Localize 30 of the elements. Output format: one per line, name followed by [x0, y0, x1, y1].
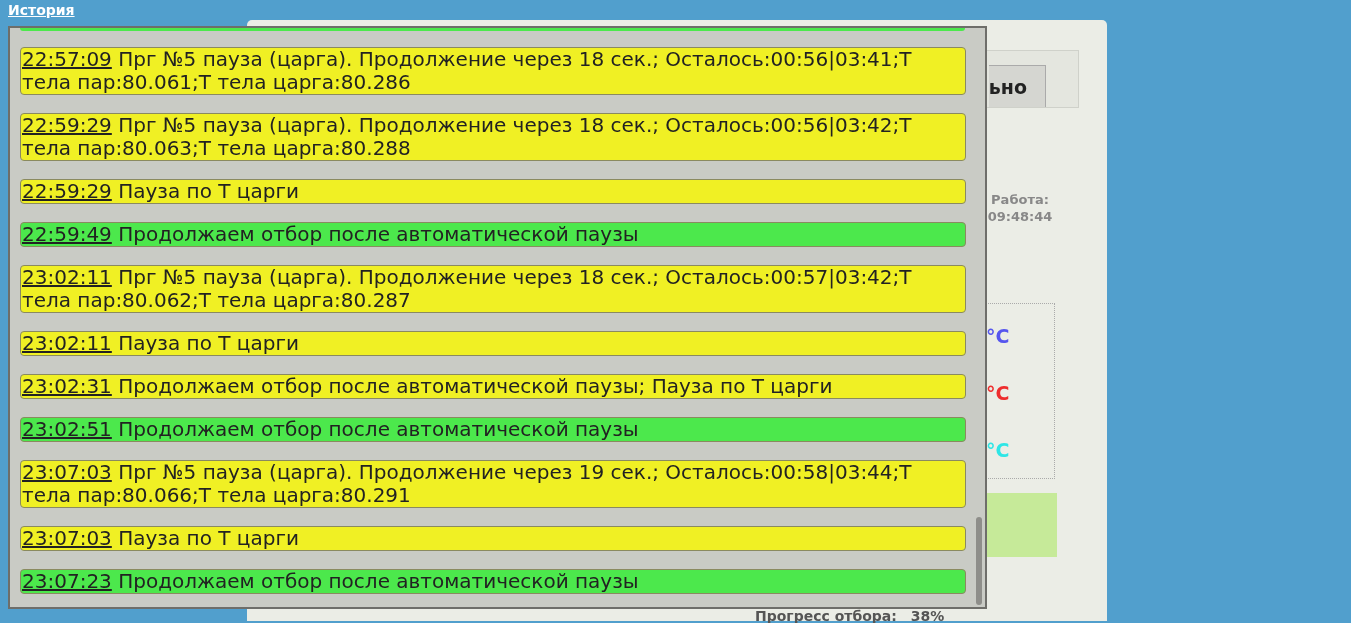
time-link[interactable]: 23:02:11 [22, 265, 112, 289]
time-link[interactable]: 22:57:09 [22, 47, 112, 71]
scrollbar-thumb[interactable] [976, 517, 982, 605]
time-link[interactable]: 22:59:49 [22, 222, 112, 246]
time-link[interactable]: 23:02:11 [22, 331, 112, 355]
history-entry: 23:07:03 Пауза по Т царги [20, 526, 966, 551]
history-entry: 23:07:03 Прг №5 пауза (царга). Продолжение через 19 сек.; Осталось:00:58|03:44;Т тела пар:80.066;Т тела царга:80.291 [20, 460, 966, 508]
tab[interactable]: ьно [988, 65, 1046, 107]
history-entry: 23:02:31 Продолжаем отбор после автоматической паузы; Пауза по Т царги [20, 374, 966, 399]
time-link[interactable]: 23:07:23 [22, 569, 112, 593]
time-link[interactable]: 23:07:03 [22, 526, 112, 550]
history-entry: 22:57:09 Прг №5 пауза (царга). Продолжение через 18 сек.; Осталось:00:56|03:41;Т тела пар:80.061;Т тела царга:80.286 [20, 47, 966, 95]
temperature-unit: °C [986, 325, 1011, 348]
time-link[interactable]: 23:02:31 [22, 374, 112, 398]
history-entry: 23:07:23 Продолжаем отбор после автоматической паузы [20, 569, 966, 594]
work-time-label: Работа: 09:48:44 [987, 191, 1053, 225]
time-link[interactable]: 22:59:29 [22, 113, 112, 137]
temperature-unit: °C [986, 438, 1011, 461]
history-entry: 23:02:51 Продолжаем отбор после автоматической паузы [20, 417, 966, 442]
history-entry: 22:59:49 Продолжаем отбор после автоматической паузы [20, 222, 966, 247]
progress-value: 38% [910, 609, 945, 623]
progress-label: Прогресс отбора: [755, 609, 897, 623]
history-entry: 22:59:29 Пауза по Т царги [20, 179, 966, 204]
temperature-unit: °C [986, 382, 1011, 404]
time-link[interactable]: 23:07:03 [22, 460, 112, 484]
time-link[interactable]: 23:02:51 [22, 417, 112, 441]
history-entry: 22:59:29 Прг №5 пауза (царга). Продолжение через 18 сек.; Осталось:00:56|03:42;Т тела пар:80.063;Т тела царга:80.288 [20, 113, 966, 161]
history-entry: 23:02:11 Пауза по Т царги [20, 331, 966, 356]
history-entry: 23:02:11 Прг №5 пауза (царга). Продолжение через 18 сек.; Осталось:00:57|03:42;Т тела пар:80.062;Т тела царга:80.287 [20, 265, 966, 313]
time-link[interactable]: 22:59:29 [22, 179, 112, 203]
